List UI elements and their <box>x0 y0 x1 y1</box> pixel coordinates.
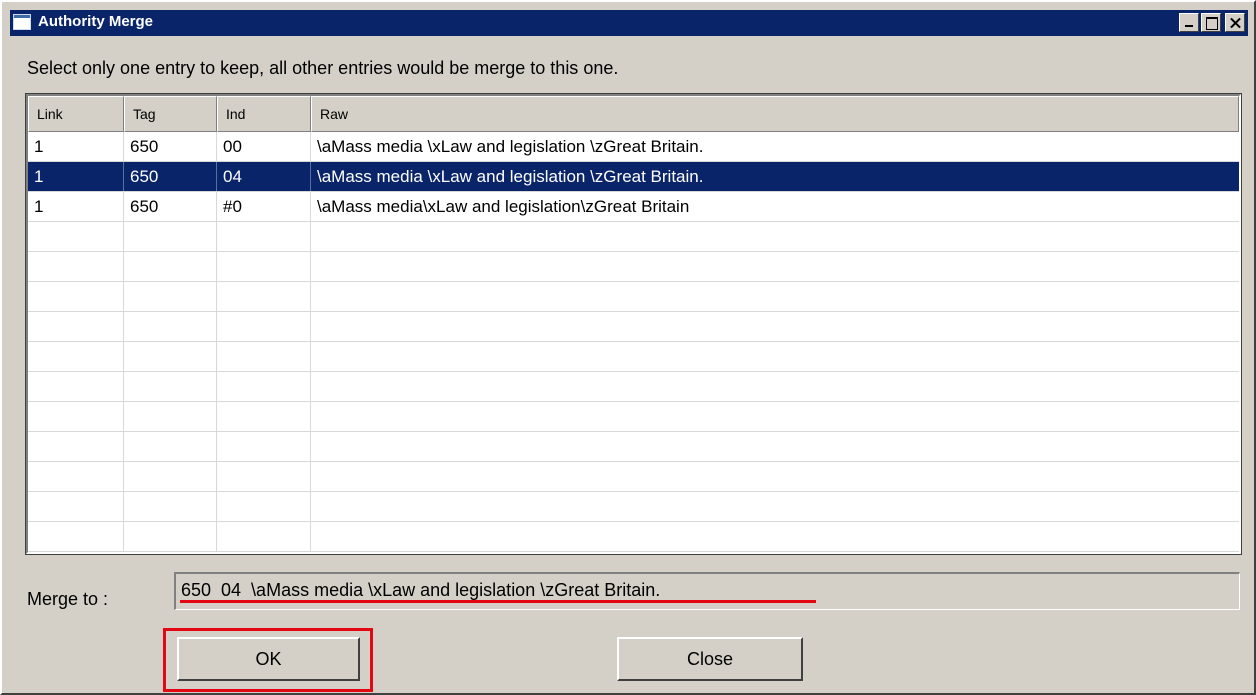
cell-raw <box>311 312 1239 341</box>
annotation-underline <box>180 600 816 603</box>
column-header-tag[interactable]: Tag <box>124 96 217 132</box>
entries-list[interactable]: Link Tag Ind Raw 1 650 00 \aMass media \xLa… <box>25 93 1242 555</box>
cell-link <box>28 402 124 431</box>
instruction-text: Select only one entry to keep, all other… <box>27 58 619 78</box>
cell-ind: #0 <box>217 192 311 221</box>
cell-ind <box>217 222 311 251</box>
cell-raw <box>311 342 1239 371</box>
cell-ind <box>217 492 311 521</box>
table-row[interactable]: 1 650 #0 \aMass media\xLaw and legislation\… <box>28 192 1239 222</box>
column-header-link[interactable]: Link <box>28 96 124 132</box>
annotation-highlight-box <box>163 628 373 692</box>
cell-link: 1 <box>28 132 124 161</box>
cell-link <box>28 282 124 311</box>
cell-raw: \aMass media \xLaw and legislation \zGre… <box>317 166 704 186</box>
cell-tag <box>124 222 217 251</box>
empty-row <box>28 342 1239 372</box>
cell-tag <box>124 522 217 551</box>
cell-ind <box>217 402 311 431</box>
cell-ind <box>217 522 311 551</box>
empty-row <box>28 282 1239 312</box>
empty-row <box>28 462 1239 492</box>
cell-raw <box>311 432 1239 461</box>
cell-ind <box>217 342 311 371</box>
cell-link <box>28 252 124 281</box>
empty-row <box>28 372 1239 402</box>
close-icon[interactable] <box>1225 13 1245 32</box>
cell-link: 1 <box>28 162 124 191</box>
empty-row <box>28 402 1239 432</box>
cell-link: 1 <box>28 192 124 221</box>
merge-to-label: Merge to : <box>27 589 109 609</box>
cell-tag <box>124 492 217 521</box>
table-row[interactable]: 1 650 00 \aMass media \xLaw and legislation… <box>28 132 1239 162</box>
list-header: Link Tag Ind Raw <box>28 96 1239 132</box>
cell-link <box>28 372 124 401</box>
cell-tag <box>124 432 217 461</box>
cell-ind: 04 <box>217 162 311 191</box>
window-icon <box>13 14 31 30</box>
cell-tag <box>124 372 217 401</box>
cell-link <box>28 432 124 461</box>
cell-link <box>28 222 124 251</box>
table-row[interactable]: 1 650 04 \aMass media \xLaw and legislation… <box>28 162 1239 192</box>
cell-tag <box>124 252 217 281</box>
cell-raw <box>311 222 1239 251</box>
empty-row <box>28 222 1239 252</box>
cell-link <box>28 342 124 371</box>
cell-raw <box>311 492 1239 521</box>
window-title: Authority Merge <box>38 13 154 30</box>
column-header-ind[interactable]: Ind <box>217 96 311 132</box>
cell-raw <box>311 252 1239 281</box>
cell-link <box>28 462 124 491</box>
cell-raw: \aMass media\xLaw and legislation\zGreat… <box>317 196 690 216</box>
column-header-raw[interactable]: Raw <box>311 96 1239 132</box>
cell-raw <box>311 462 1239 491</box>
cell-tag: 650 <box>124 192 217 221</box>
empty-row <box>28 522 1239 552</box>
cell-tag <box>124 342 217 371</box>
cell-link <box>28 522 124 551</box>
title-bar-controls <box>1179 13 1245 32</box>
cell-ind <box>217 282 311 311</box>
cell-ind <box>217 372 311 401</box>
cell-tag <box>124 462 217 491</box>
cell-link <box>28 312 124 341</box>
cell-raw <box>311 372 1239 401</box>
cell-raw: \aMass media \xLaw and legislation \zGre… <box>317 136 704 156</box>
cell-ind: 00 <box>217 132 311 161</box>
empty-row <box>28 252 1239 282</box>
cell-raw <box>311 522 1239 551</box>
cell-link <box>28 492 124 521</box>
cell-tag: 650 <box>124 132 217 161</box>
empty-row <box>28 312 1239 342</box>
list-body: 1 650 00 \aMass media \xLaw and legislation… <box>28 132 1239 552</box>
cell-ind <box>217 312 311 341</box>
cell-tag <box>124 402 217 431</box>
cell-raw <box>311 402 1239 431</box>
title-bar[interactable]: Authority Merge <box>10 10 1248 36</box>
minimize-icon[interactable] <box>1179 13 1199 32</box>
merge-to-field: 650 04 \aMass media \xLaw and legislatio… <box>174 572 1240 610</box>
cell-ind <box>217 432 311 461</box>
maximize-icon[interactable] <box>1201 13 1221 32</box>
cell-tag <box>124 282 217 311</box>
cell-ind <box>217 252 311 281</box>
empty-row <box>28 432 1239 462</box>
cell-ind <box>217 462 311 491</box>
cell-tag <box>124 312 217 341</box>
empty-row <box>28 492 1239 522</box>
close-button[interactable]: Close <box>617 637 803 681</box>
cell-raw <box>311 282 1239 311</box>
cell-tag: 650 <box>124 162 217 191</box>
